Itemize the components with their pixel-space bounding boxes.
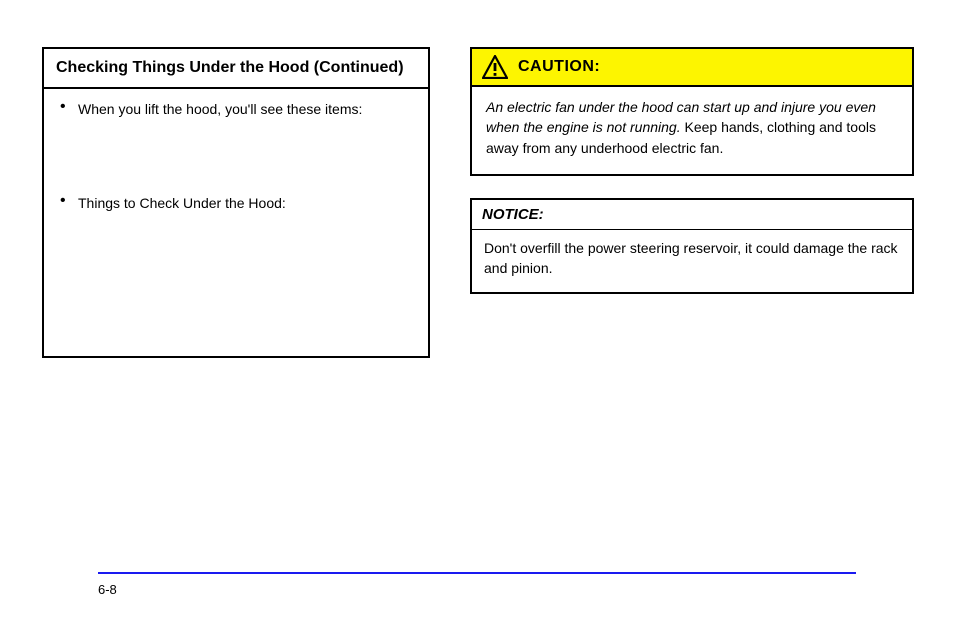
footer-rule bbox=[98, 572, 856, 574]
notice-header: NOTICE: bbox=[472, 200, 912, 230]
caution-header: CAUTION: bbox=[472, 49, 912, 87]
page-root: Checking Things Under the Hood (Continue… bbox=[0, 0, 954, 636]
right-column: CAUTION: An electric fan under the hood … bbox=[470, 47, 914, 294]
notice-body: Don't overfill the power steering reserv… bbox=[472, 230, 912, 293]
left-column: Checking Things Under the Hood (Continue… bbox=[42, 47, 430, 358]
important-header: Checking Things Under the Hood (Continue… bbox=[44, 49, 428, 89]
caution-box: CAUTION: An electric fan under the hood … bbox=[470, 47, 914, 176]
bullet-item: When you lift the hood, you'll see these… bbox=[58, 99, 414, 119]
notice-box: NOTICE: Don't overfill the power steerin… bbox=[470, 198, 914, 295]
caution-body: An electric fan under the hood can start… bbox=[472, 87, 912, 174]
important-box: Checking Things Under the Hood (Continue… bbox=[42, 47, 430, 358]
bullet-item: Things to Check Under the Hood: bbox=[58, 193, 414, 213]
warning-triangle-icon bbox=[482, 55, 508, 79]
important-body: When you lift the hood, you'll see these… bbox=[44, 89, 428, 356]
caution-label: CAUTION: bbox=[518, 58, 600, 76]
page-number: 6-8 bbox=[98, 582, 117, 597]
